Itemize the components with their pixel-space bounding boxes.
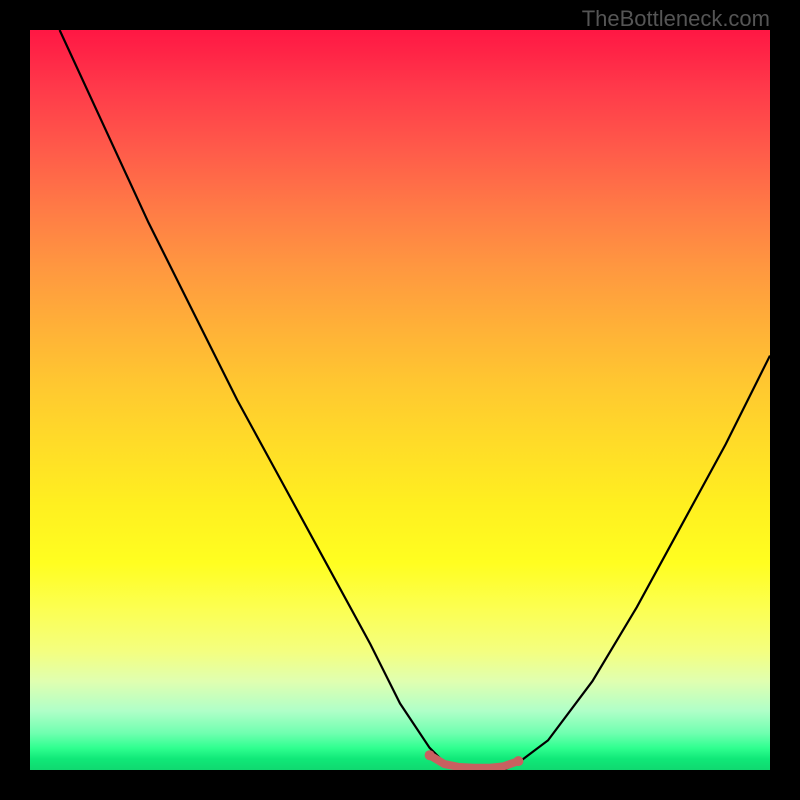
curve-layer <box>30 30 770 770</box>
sweet-spot-marker <box>430 755 519 768</box>
watermark-text: TheBottleneck.com <box>582 6 770 32</box>
bottleneck-curve <box>60 30 770 770</box>
sweet-spot-dot-right <box>513 756 523 766</box>
sweet-spot-dot-left <box>425 750 435 760</box>
chart-container: TheBottleneck.com <box>0 0 800 800</box>
plot-area <box>30 30 770 770</box>
